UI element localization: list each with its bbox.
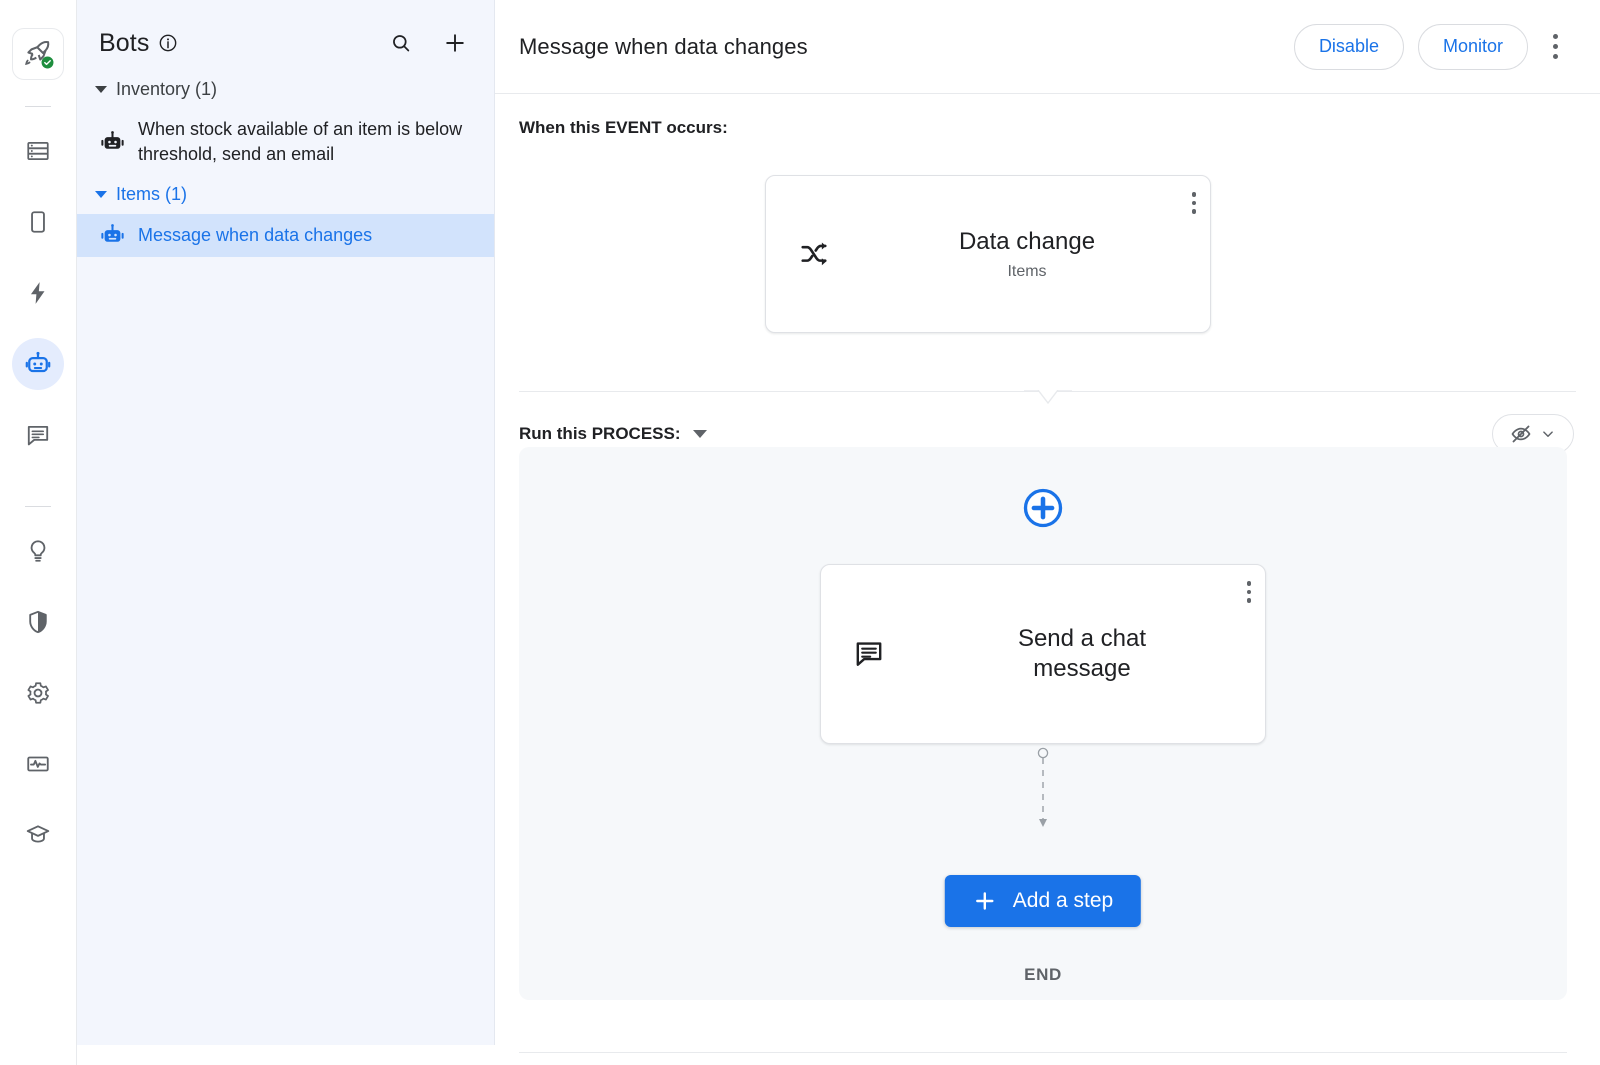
chevron-down-icon [95, 86, 107, 93]
bots-sidebar: Bots [77, 0, 495, 1045]
icon-rail [0, 0, 77, 1065]
rail-divider-bottom [25, 506, 51, 507]
step-card-title-line2: message [917, 654, 1247, 684]
sidebar-group-label: Inventory (1) [116, 79, 217, 100]
monitor-button[interactable]: Monitor [1418, 24, 1528, 70]
step-card-title-line1: Send a chat [917, 624, 1247, 654]
event-card-subtitle: Items [862, 263, 1192, 281]
shield-icon [25, 609, 51, 635]
lightbulb-icon [25, 538, 51, 564]
process-step-card-send-chat-message[interactable]: Send a chat message [820, 564, 1266, 744]
sidebar-bot-label: When stock available of an item is below… [138, 117, 478, 167]
bottom-divider [519, 1052, 1567, 1053]
chevron-down-icon [95, 191, 107, 198]
add-bot-icon[interactable] [438, 26, 472, 60]
add-step-button[interactable]: Add a step [945, 875, 1141, 927]
rail-item-learn[interactable] [12, 809, 64, 861]
event-card-data-change[interactable]: Data change Items [765, 175, 1211, 333]
main-header: Message when data changes Disable Monito… [495, 0, 1600, 94]
rail-item-actions[interactable] [12, 267, 64, 319]
sidebar-title: Bots [99, 29, 149, 58]
shuffle-icon [766, 239, 862, 269]
main-panel: Message when data changes Disable Monito… [495, 0, 1600, 1065]
rail-item-data[interactable] [12, 125, 64, 177]
kebab-menu-icon[interactable] [1536, 25, 1574, 69]
rail-item-ideas[interactable] [12, 525, 64, 577]
graduation-cap-icon [25, 822, 51, 848]
rail-divider-top [25, 106, 51, 107]
event-card-text: Data change Items [862, 227, 1210, 281]
chevron-down-icon [1539, 425, 1557, 443]
status-check-badge-icon [41, 56, 54, 69]
sidebar-group-inventory[interactable]: Inventory (1) [77, 70, 494, 109]
sidebar-header: Bots [77, 0, 494, 70]
rail-item-security[interactable] [12, 596, 64, 648]
event-area: Data change Items [495, 138, 1600, 391]
rail-item-bots[interactable] [12, 338, 64, 390]
section-divider [519, 391, 1576, 392]
flow-end-label: END [1024, 965, 1062, 985]
step-card-kebab-menu-icon[interactable] [1247, 579, 1252, 605]
process-section-label: Run this PROCESS: [519, 424, 681, 444]
rail-item-monitoring[interactable] [12, 738, 64, 790]
lightning-bolt-icon [25, 280, 51, 306]
info-icon[interactable] [158, 33, 178, 53]
search-icon[interactable] [384, 26, 418, 60]
rail-item-settings[interactable] [12, 667, 64, 719]
rail-item-chat[interactable] [12, 409, 64, 461]
sidebar-group-items[interactable]: Items (1) [77, 175, 494, 214]
robot-icon [24, 350, 52, 378]
gear-icon [25, 680, 51, 706]
sidebar-bot-label: Message when data changes [138, 223, 372, 248]
sidebar-bot-item-stock-threshold[interactable]: When stock available of an item is below… [77, 109, 494, 175]
disable-button[interactable]: Disable [1294, 24, 1404, 70]
process-canvas: Send a chat message Add a step END [519, 447, 1567, 1000]
rail-item-apps[interactable] [12, 196, 64, 248]
event-card-title: Data change [862, 227, 1192, 257]
plus-icon [973, 889, 997, 913]
database-icon [25, 138, 51, 164]
robot-icon [99, 222, 126, 249]
add-circle-icon[interactable] [1022, 487, 1064, 529]
eye-off-icon [1509, 422, 1533, 446]
sidebar-group-label: Items (1) [116, 184, 187, 205]
robot-icon [99, 129, 126, 156]
event-card-kebab-menu-icon[interactable] [1192, 190, 1197, 216]
monitoring-pulse-icon [25, 751, 51, 777]
rocket-launch-tile[interactable] [12, 28, 64, 80]
caret-down-icon[interactable] [693, 430, 707, 438]
chat-message-icon [821, 638, 917, 670]
add-step-label: Add a step [1013, 889, 1113, 913]
divider-notch-chevron-icon [1024, 390, 1072, 415]
sidebar-bot-item-message-data-changes[interactable]: Message when data changes [77, 214, 494, 257]
chat-bubble-icon [25, 422, 51, 448]
app-root: Bots [0, 0, 1600, 1065]
event-section-label: When this EVENT occurs: [495, 94, 1600, 138]
page-title: Message when data changes [519, 34, 808, 60]
step-connector-arrow-icon [1033, 747, 1053, 836]
step-card-text: Send a chat message [917, 624, 1265, 684]
mobile-device-icon [25, 209, 51, 235]
